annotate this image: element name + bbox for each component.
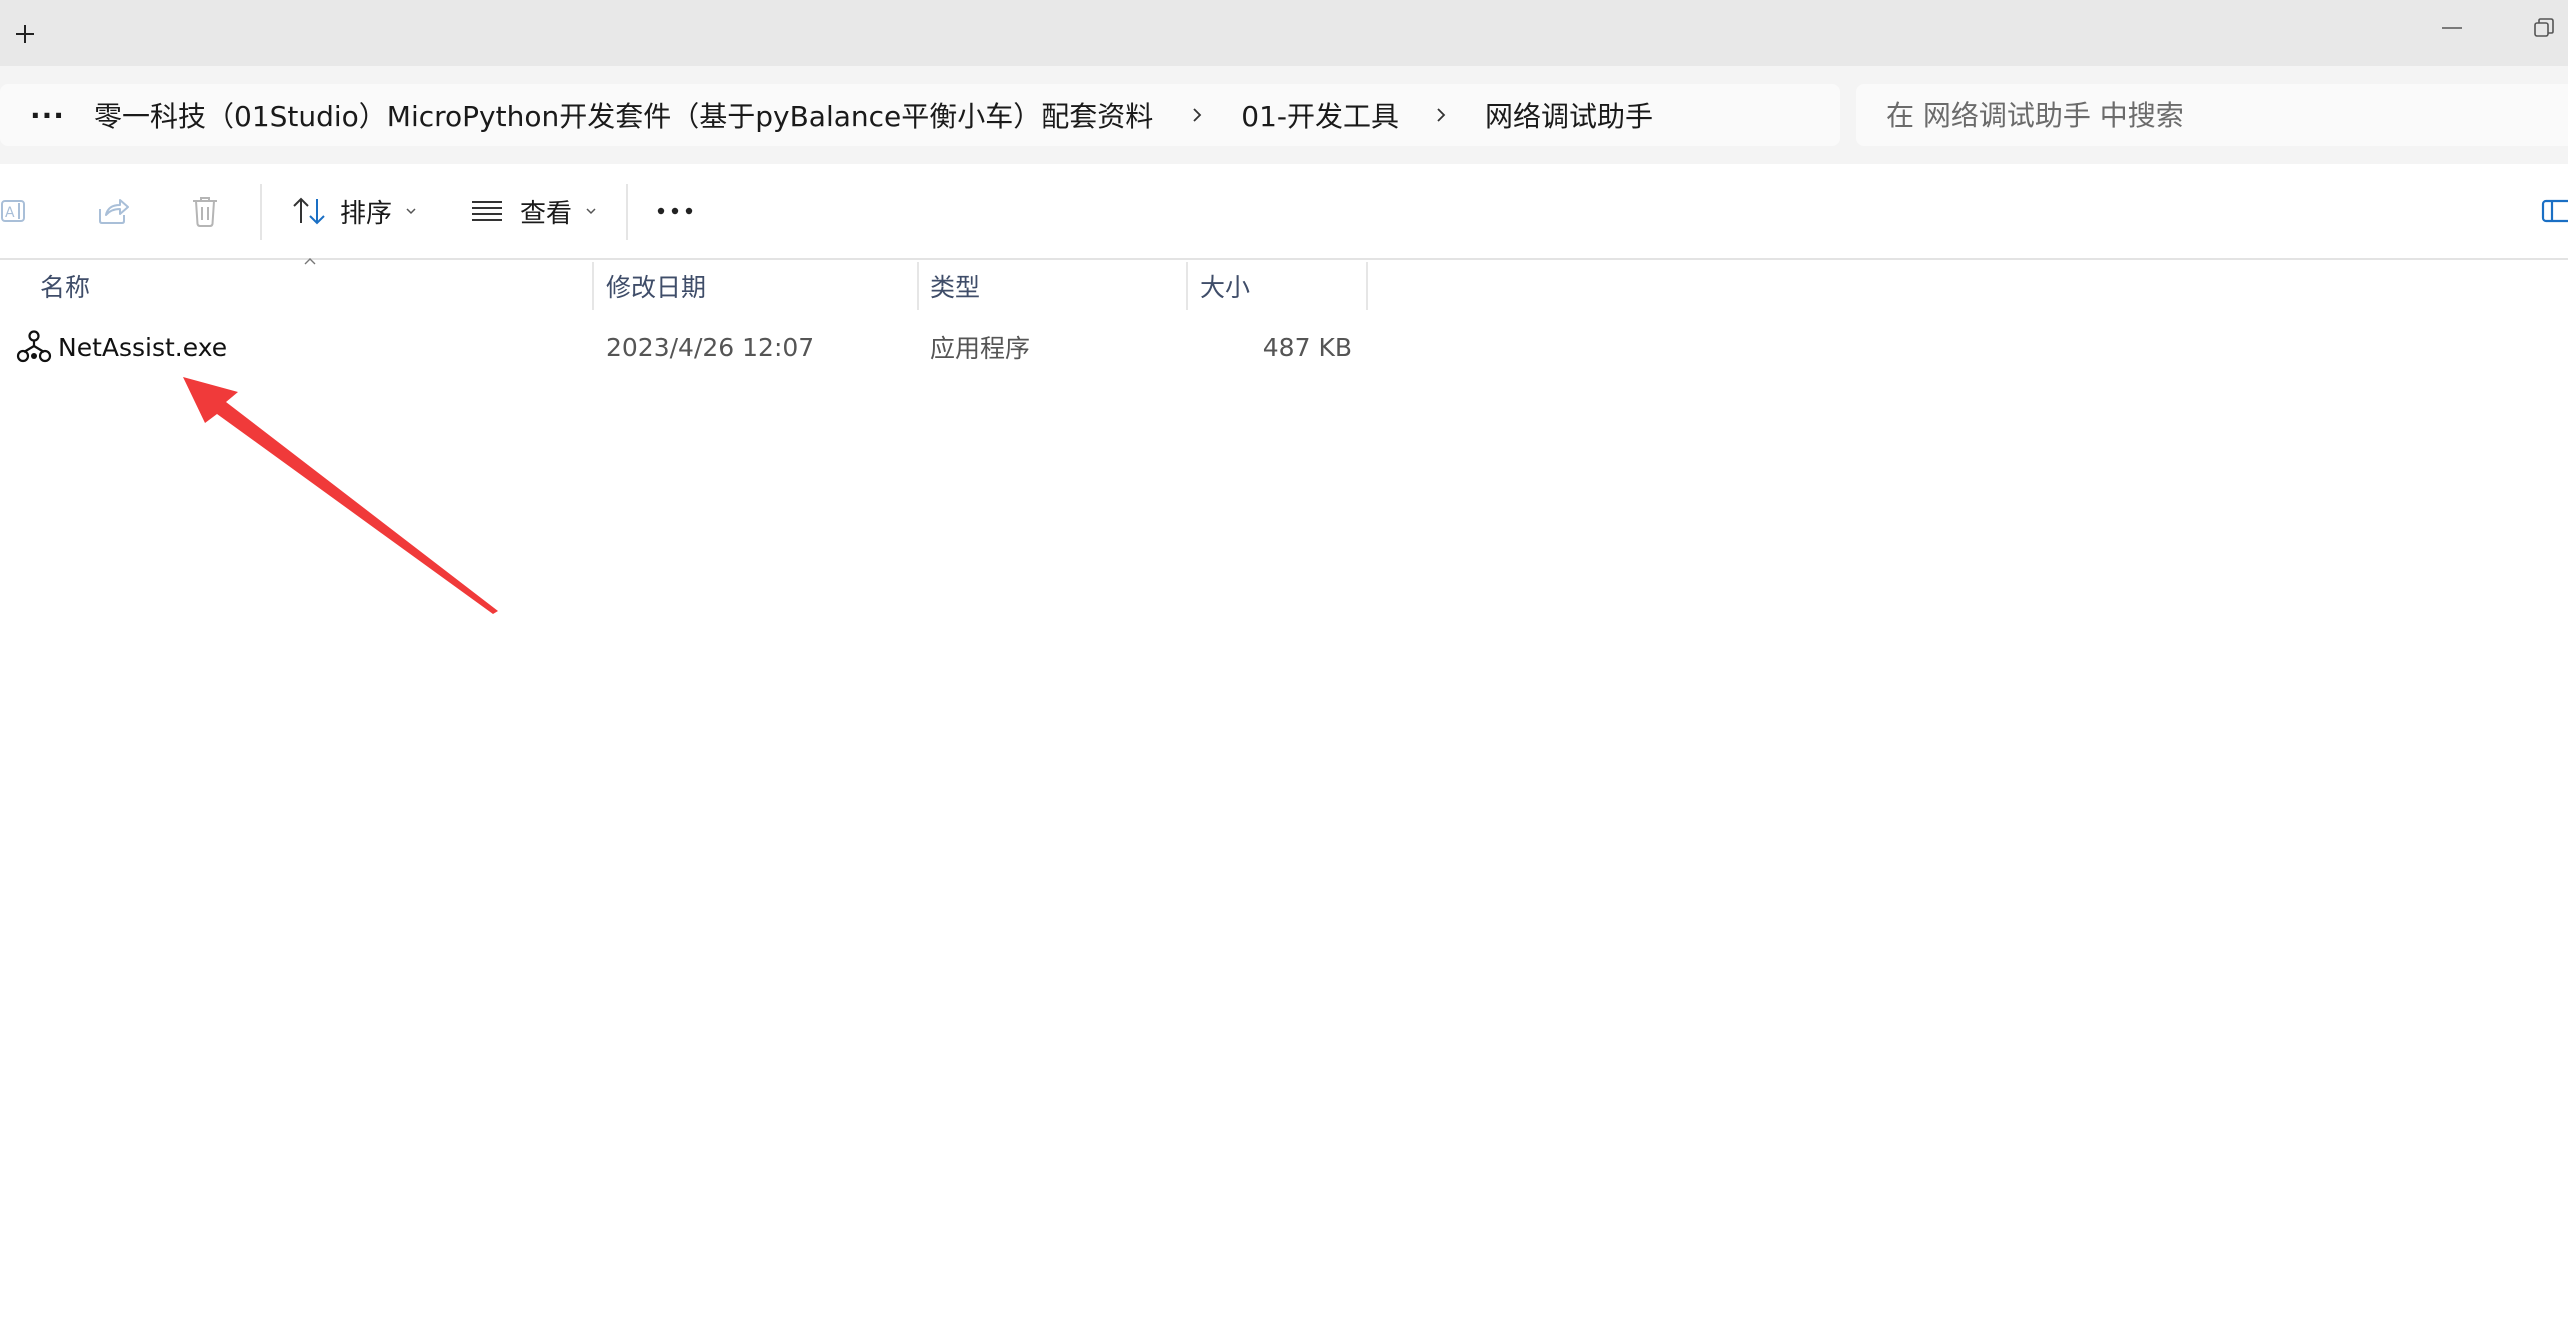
file-name: NetAssist.exe [58,332,228,362]
share-button[interactable] [96,186,136,236]
trash-icon [193,197,217,227]
address-bar[interactable]: ··· 零一科技（01Studio）MicroPython开发套件（基于pyBa… [0,84,1840,146]
details-pane-icon [2541,199,2568,223]
sort-button[interactable]: 排序 [292,186,418,236]
netassist-app-icon [16,330,52,363]
more-dots-icon [657,207,693,215]
chevron-right-icon[interactable] [1431,105,1451,125]
new-tab-button[interactable] [10,14,40,54]
search-input[interactable] [1884,97,2528,133]
details-pane-button[interactable] [2540,186,2568,236]
column-header-name[interactable]: 名称 [40,262,592,310]
breadcrumb-item-root[interactable]: 零一科技（01Studio）MicroPython开发套件（基于pyBalanc… [94,95,1153,135]
chevron-down-icon [586,208,596,215]
title-bar [0,0,2568,66]
breadcrumb-more-button[interactable]: ··· [30,99,70,132]
file-type: 应用程序 [930,334,1031,363]
command-bar: A 排序 查看 [0,164,2568,260]
column-divider[interactable] [1186,262,1188,310]
column-divider[interactable] [917,262,919,310]
rename-icon: A [1,200,25,222]
view-label: 查看 [520,198,573,229]
sort-arrows-icon [293,197,325,225]
list-view-icon [472,201,502,221]
column-header-type[interactable]: 类型 [930,262,1186,310]
minimize-button[interactable] [2424,10,2480,46]
view-button[interactable]: 查看 [470,186,598,236]
file-name-cell[interactable]: NetAssist.exe [16,320,586,374]
file-modified: 2023/4/26 12:07 [606,332,815,362]
chevron-down-icon [406,208,416,215]
sort-label: 排序 [340,198,393,229]
table-row[interactable]: NetAssist.exe 2023/4/26 12:07 应用程序 487 K… [0,320,1370,374]
file-size: 487 KB [1262,332,1352,362]
chevron-right-icon[interactable] [1187,105,1207,125]
column-header-size[interactable]: 大小 [1200,262,1366,310]
column-header-modified[interactable]: 修改日期 [606,262,916,310]
column-divider[interactable] [1366,262,1368,310]
more-options-button[interactable] [656,186,696,236]
column-divider[interactable] [592,262,594,310]
svg-text:A: A [5,205,15,221]
restore-icon [2534,18,2554,37]
plus-icon [16,25,34,43]
share-icon [99,199,129,224]
delete-button[interactable] [190,186,230,236]
toolbar-divider [260,184,262,240]
breadcrumb-item-current[interactable]: 网络调试助手 [1485,95,1653,135]
breadcrumb-item-tools[interactable]: 01-开发工具 [1241,95,1399,135]
toolbar-divider [626,184,628,240]
search-box[interactable] [1856,84,2568,146]
restore-button[interactable] [2520,10,2568,46]
minimize-icon [2442,27,2462,29]
rename-button[interactable]: A [0,186,40,236]
